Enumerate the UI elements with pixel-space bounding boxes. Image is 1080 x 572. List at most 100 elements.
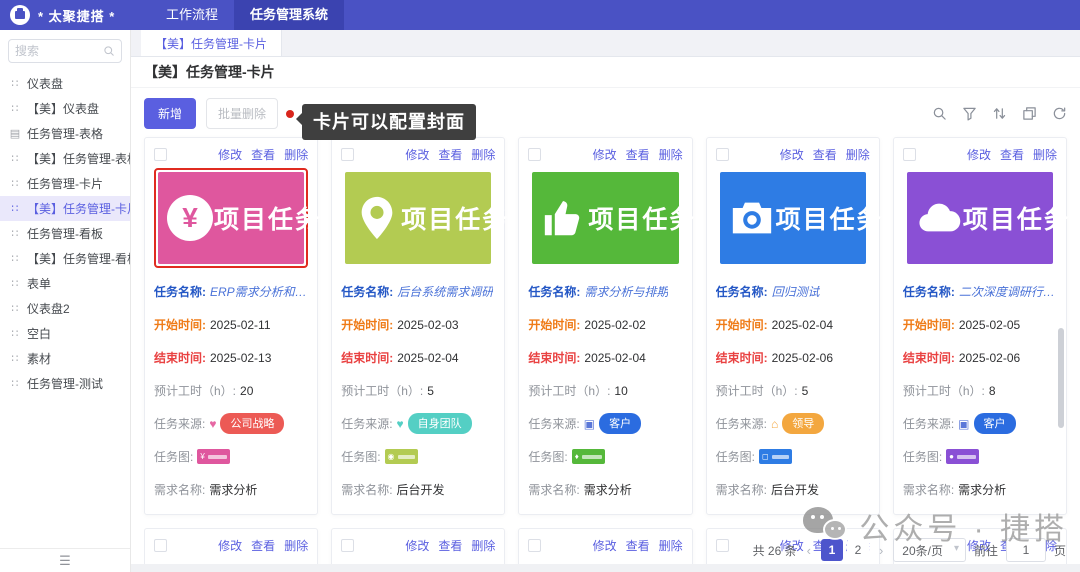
modify-link[interactable]: 修改 — [405, 146, 429, 163]
refresh-icon[interactable] — [1052, 106, 1067, 121]
card-fields: 任务名称:二次深度调研行业需... 开始时间:2025-02-05 结束时间:2… — [903, 275, 1057, 506]
card-checkbox[interactable] — [341, 147, 355, 161]
modify-link[interactable]: 修改 — [218, 146, 242, 163]
delete-link[interactable]: 删除 — [659, 146, 683, 163]
delete-link[interactable]: 删除 — [284, 146, 308, 163]
sidebar-collapse-button[interactable]: ☰ — [0, 548, 130, 572]
task-image-thumbnail[interactable]: ◉ — [384, 449, 418, 464]
modify-link[interactable]: 修改 — [780, 146, 804, 163]
card-cover[interactable]: 项目任务 — [906, 172, 1069, 264]
app-logo-icon[interactable] — [10, 5, 30, 25]
card-checkbox[interactable] — [341, 538, 355, 552]
task-image-thumbnail[interactable]: ¥ — [197, 449, 231, 464]
start-date-label: 开始时间: — [902, 318, 955, 332]
task-image-thumbnail[interactable]: ♦ — [571, 449, 605, 464]
sidebar-item[interactable]: ∷ 任务管理-看板 — [0, 221, 130, 246]
sidebar-item[interactable]: ∷ 仪表盘2 — [0, 296, 130, 321]
add-button[interactable]: 新增 — [144, 97, 197, 129]
app-title: * 太聚捷搭 * — [38, 8, 116, 24]
card-checkbox[interactable] — [528, 147, 542, 161]
view-link[interactable]: 查看 — [251, 146, 275, 163]
task-card: 修改 查看 删除 ¥ 项目任务 任务名称: ERP需求分析和调研 开始时间: 2025-… — [144, 137, 320, 515]
card-cover[interactable]: 项目任务 — [345, 172, 507, 264]
prev-page-button[interactable]: ‹ — [805, 543, 813, 558]
sidebar-item[interactable]: ∷ 任务管理-测试 — [0, 371, 130, 396]
end-date-value: 2025-02-04 — [584, 350, 646, 365]
card-cover[interactable]: 项目任务 — [532, 172, 694, 264]
sidebar-item[interactable]: ∷ 【美】任务管理-卡片 — [0, 196, 130, 221]
requirement-value: 需求分析 — [958, 483, 1007, 497]
card-checkbox[interactable] — [154, 147, 167, 161]
view-link[interactable]: 查看 — [251, 537, 275, 554]
sidebar-item[interactable]: ∷ 任务管理-卡片 — [0, 171, 130, 196]
modify-link[interactable]: 修改 — [405, 537, 429, 554]
hours-value: 8 — [988, 383, 996, 398]
card-header: 修改 查看 删除 — [154, 145, 308, 163]
card-cover[interactable]: ¥ 项目任务 — [158, 172, 320, 264]
next-page-button[interactable]: › — [877, 543, 885, 558]
building-icon: ▣ — [583, 416, 596, 431]
view-link[interactable]: 查看 — [626, 146, 650, 163]
columns-icon[interactable] — [1022, 106, 1037, 121]
modify-link[interactable]: 修改 — [593, 146, 617, 163]
task-name-label: 任务名称: — [528, 285, 581, 299]
batch-delete-button[interactable]: 批量删除 — [206, 97, 279, 129]
card-checkbox[interactable] — [154, 538, 167, 552]
sidebar-item[interactable]: ∷ 仪表盘 — [0, 71, 130, 96]
house-icon: ⌂ — [770, 416, 779, 431]
filter-icon[interactable] — [962, 106, 977, 121]
hours-label: 预计工时（h）: — [902, 384, 985, 398]
delete-link[interactable]: 删除 — [846, 146, 870, 163]
sidebar-search-input[interactable] — [15, 44, 103, 58]
sidebar-item[interactable]: ∷ 【美】任务管理-看板 — [0, 246, 131, 271]
card-checkbox[interactable] — [715, 147, 729, 161]
card-cover-wrap: 项目任务 — [716, 168, 882, 268]
view-link[interactable]: 查看 — [813, 146, 837, 163]
task-image-thumbnail[interactable]: ● — [946, 449, 980, 464]
card-checkbox[interactable] — [715, 538, 729, 552]
goto-page-input[interactable] — [1005, 538, 1046, 562]
page-size-select[interactable]: 20条/页 ▾ — [893, 538, 966, 562]
grid-icon: ∷ — [11, 103, 19, 115]
delete-link[interactable]: 删除 — [659, 537, 683, 554]
search-icon[interactable] — [932, 106, 947, 121]
source-label: 任务来源: — [341, 417, 393, 431]
view-link[interactable]: 查看 — [626, 537, 650, 554]
modify-link[interactable]: 修改 — [967, 146, 991, 163]
delete-link[interactable]: 删除 — [471, 146, 495, 163]
task-image-thumbnail[interactable]: ◻ — [758, 449, 792, 464]
delete-link[interactable]: 删除 — [284, 537, 308, 554]
page-number-button[interactable]: 1 — [820, 539, 843, 561]
card-actions: 修改查看删除 — [405, 146, 495, 163]
sidebar-item[interactable]: ▤ 任务管理-表格 — [0, 121, 130, 146]
sidebar-item[interactable]: ∷ 【美】仪表盘 — [0, 96, 130, 121]
sidebar-item[interactable]: ∷ 表单 — [0, 271, 130, 296]
sidebar-item[interactable]: ∷ 空白 — [0, 321, 130, 346]
view-link[interactable]: 查看 — [438, 537, 462, 554]
card-checkbox[interactable] — [528, 538, 542, 552]
tab-task-card[interactable]: 【美】任务管理-卡片 — [141, 30, 282, 56]
delete-link[interactable]: 删除 — [1033, 146, 1057, 163]
grid-icon: ∷ — [11, 178, 19, 190]
end-date-value: 2025-02-04 — [397, 350, 459, 365]
nav-item[interactable]: 工作流程 — [150, 0, 234, 30]
start-date-value: 2025-02-11 — [210, 317, 271, 332]
view-link[interactable]: 查看 — [1000, 146, 1024, 163]
hours-label: 预计工时（h）: — [715, 384, 798, 398]
sidebar-item[interactable]: ∷ 素材 — [0, 346, 130, 371]
task-card: 修改 查看 删除 项目任务 任务名称: 后台系统需求调研 开始时间: 2025-02-0… — [331, 137, 507, 515]
card-cover[interactable]: 项目任务 — [719, 172, 882, 264]
card-checkbox[interactable] — [902, 147, 916, 161]
page-number-button[interactable]: 2 — [846, 539, 869, 561]
sort-icon[interactable] — [992, 106, 1007, 121]
vertical-scrollbar[interactable] — [1058, 328, 1064, 428]
view-link[interactable]: 查看 — [438, 146, 462, 163]
delete-link[interactable]: 删除 — [471, 537, 495, 554]
modify-link[interactable]: 修改 — [218, 537, 242, 554]
sidebar-item[interactable]: ∷ 【美】任务管理-表格 — [0, 146, 131, 171]
nav-item[interactable]: 任务管理系统 — [234, 0, 345, 30]
card-actions: 修改查看删除 — [405, 537, 495, 554]
grid-icon: ∷ — [11, 303, 19, 315]
modify-link[interactable]: 修改 — [593, 537, 617, 554]
tab-bar: 【美】任务管理-卡片 — [131, 30, 1080, 57]
